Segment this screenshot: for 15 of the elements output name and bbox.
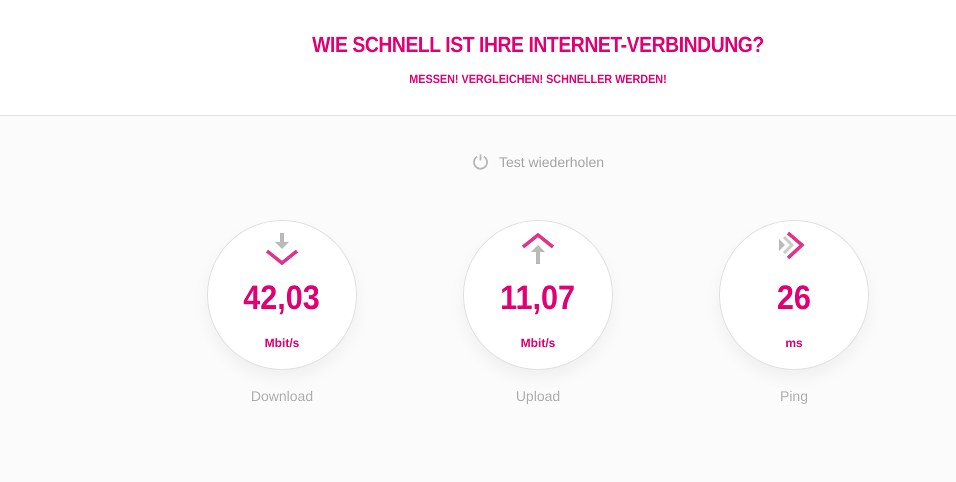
download-arrow-icon: [264, 231, 300, 267]
page-title: WIE SCHNELL IST IHRE INTERNET-VERBINDUNG?: [311, 32, 765, 58]
result-unit: ms: [785, 336, 803, 350]
result-label: Download: [250, 388, 314, 404]
result-label: Ping: [780, 388, 808, 404]
upload-arrow-icon: [520, 231, 556, 267]
page-subtitle: MESSEN! VERGLEICHEN! SCHNELLER WERDEN!: [408, 72, 668, 86]
result-label: Upload: [516, 388, 560, 404]
result-unit: Mbit/s: [264, 336, 300, 350]
result-value: 42,03: [244, 279, 320, 318]
result-value: 11,07: [500, 279, 576, 318]
retest-button[interactable]: Test wiederholen: [472, 153, 604, 170]
result-value: 26: [776, 279, 812, 318]
power-icon: [472, 153, 489, 170]
result-unit: Mbit/s: [520, 336, 556, 350]
